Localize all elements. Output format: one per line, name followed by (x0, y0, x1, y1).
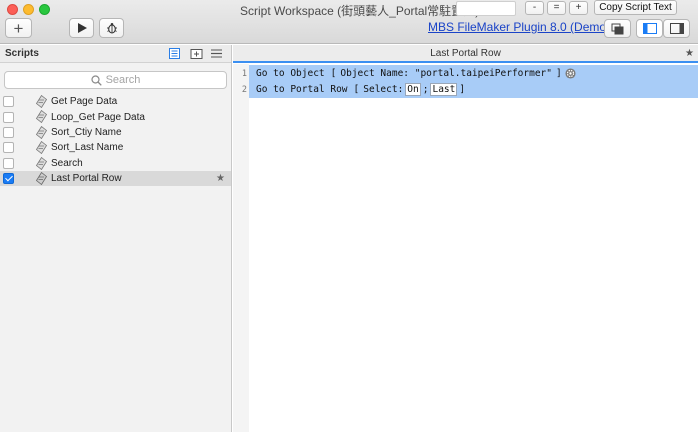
script-row-loop-get-page-data[interactable]: Loop_Get Page Data (0, 109, 231, 124)
script-checkbox[interactable] (3, 96, 14, 108)
new-folder-icon[interactable] (190, 48, 203, 59)
zoom-reset-button[interactable]: = (547, 1, 566, 15)
script-checkbox[interactable] (3, 142, 14, 154)
script-name: Sort_Ctiy Name (51, 126, 122, 138)
close-window-button[interactable] (7, 4, 18, 15)
select-value-token[interactable]: On (405, 83, 421, 96)
separator: ; (422, 84, 429, 95)
window-title: Script Workspace (街頭藝人_Portal常駐置底) (240, 4, 480, 18)
add-script-button[interactable]: + (5, 18, 32, 38)
search-placeholder: Search (105, 74, 141, 86)
script-search-input[interactable]: Search (4, 71, 227, 89)
script-icon (36, 141, 47, 155)
scripts-sidebar: Scripts Search Get Page Data Loop_Get Pa… (0, 45, 232, 432)
run-script-button[interactable] (69, 18, 94, 38)
toggle-left-sidebar-button[interactable] (636, 19, 663, 38)
zoom-in-button[interactable]: + (569, 1, 588, 15)
new-script-icon[interactable] (168, 48, 181, 59)
script-name: Last Portal Row (51, 173, 122, 185)
script-checkbox-checked[interactable] (3, 173, 14, 185)
line-number: 2 (241, 85, 247, 95)
script-list: Get Page Data Loop_Get Page Data Sort_Ct… (0, 94, 231, 187)
script-icon (36, 125, 47, 139)
bracket-close: ] (556, 68, 562, 79)
script-checkbox[interactable] (3, 111, 14, 123)
toggle-right-sidebar-button[interactable] (663, 19, 690, 38)
modified-star-icon: ★ (216, 173, 225, 185)
script-step[interactable]: Go to Object [ Object Name: "portal.taip… (256, 65, 576, 82)
script-name: Sort_Last Name (51, 142, 124, 154)
step-parameter[interactable]: Object Name: "portal.taipeiPerformer" (340, 68, 552, 79)
gear-icon[interactable] (565, 68, 576, 79)
step-name: Go to Portal Row (256, 84, 348, 95)
step-name: Go to Object (256, 68, 325, 79)
title-bar: + Script Workspace (街頭藝人_Portal常駐置底) - =… (0, 0, 698, 44)
mbs-plugin-link[interactable]: MBS FileMaker Plugin 8.0 (Demo) (428, 20, 610, 34)
bracket-open: [ (330, 68, 337, 79)
left-sidebar-icon (642, 23, 657, 34)
script-row-last-portal-row[interactable]: Last Portal Row ★ (0, 170, 231, 187)
script-editor[interactable] (249, 64, 698, 432)
search-icon (90, 74, 102, 86)
script-row-sort-city-name[interactable]: Sort_Ctiy Name (0, 125, 231, 140)
line-number-gutter (233, 64, 249, 432)
scripts-title: Scripts (5, 48, 39, 59)
bracket-open: [ (353, 84, 360, 95)
script-row-get-page-data[interactable]: Get Page Data (0, 94, 231, 109)
script-checkbox[interactable] (3, 157, 14, 169)
right-sidebar-icon (669, 23, 684, 34)
script-icon (36, 156, 47, 170)
scripts-header: Scripts (0, 45, 231, 63)
script-step[interactable]: Go to Portal Row [ Select: On ; Last ] (256, 81, 465, 98)
script-icon (36, 110, 47, 124)
zoom-out-button[interactable]: - (525, 1, 544, 15)
script-icon (36, 95, 47, 108)
script-name: Loop_Get Page Data (51, 111, 145, 123)
debug-script-button[interactable] (99, 18, 124, 38)
title-text-field[interactable] (456, 1, 516, 16)
select-label: Select: (363, 84, 404, 95)
script-row-search[interactable]: Search (0, 156, 231, 171)
script-name: Get Page Data (51, 96, 118, 108)
bracket-close: ] (459, 84, 466, 95)
line-number: 1 (241, 69, 247, 79)
minimize-window-button[interactable] (23, 4, 34, 15)
separator-icon[interactable] (210, 48, 223, 59)
script-checkbox[interactable] (3, 126, 14, 138)
script-icon (36, 171, 47, 185)
maximize-window-button[interactable] (39, 4, 50, 15)
bug-icon (106, 23, 117, 34)
script-tab-title[interactable]: Last Portal Row (233, 48, 698, 59)
play-icon (78, 23, 87, 33)
step-panel-button[interactable] (604, 19, 631, 38)
script-name: Search (51, 157, 83, 169)
row-value-token[interactable]: Last (430, 83, 458, 96)
stacked-pages-icon (611, 23, 624, 34)
script-tab-header: Last Portal Row ★ (233, 45, 698, 63)
modified-star-icon: ★ (685, 48, 694, 59)
zoom-controls: - = + (525, 1, 591, 15)
copy-script-text-button[interactable]: Copy Script Text (594, 0, 677, 15)
script-row-sort-last-name[interactable]: Sort_Last Name (0, 140, 231, 155)
